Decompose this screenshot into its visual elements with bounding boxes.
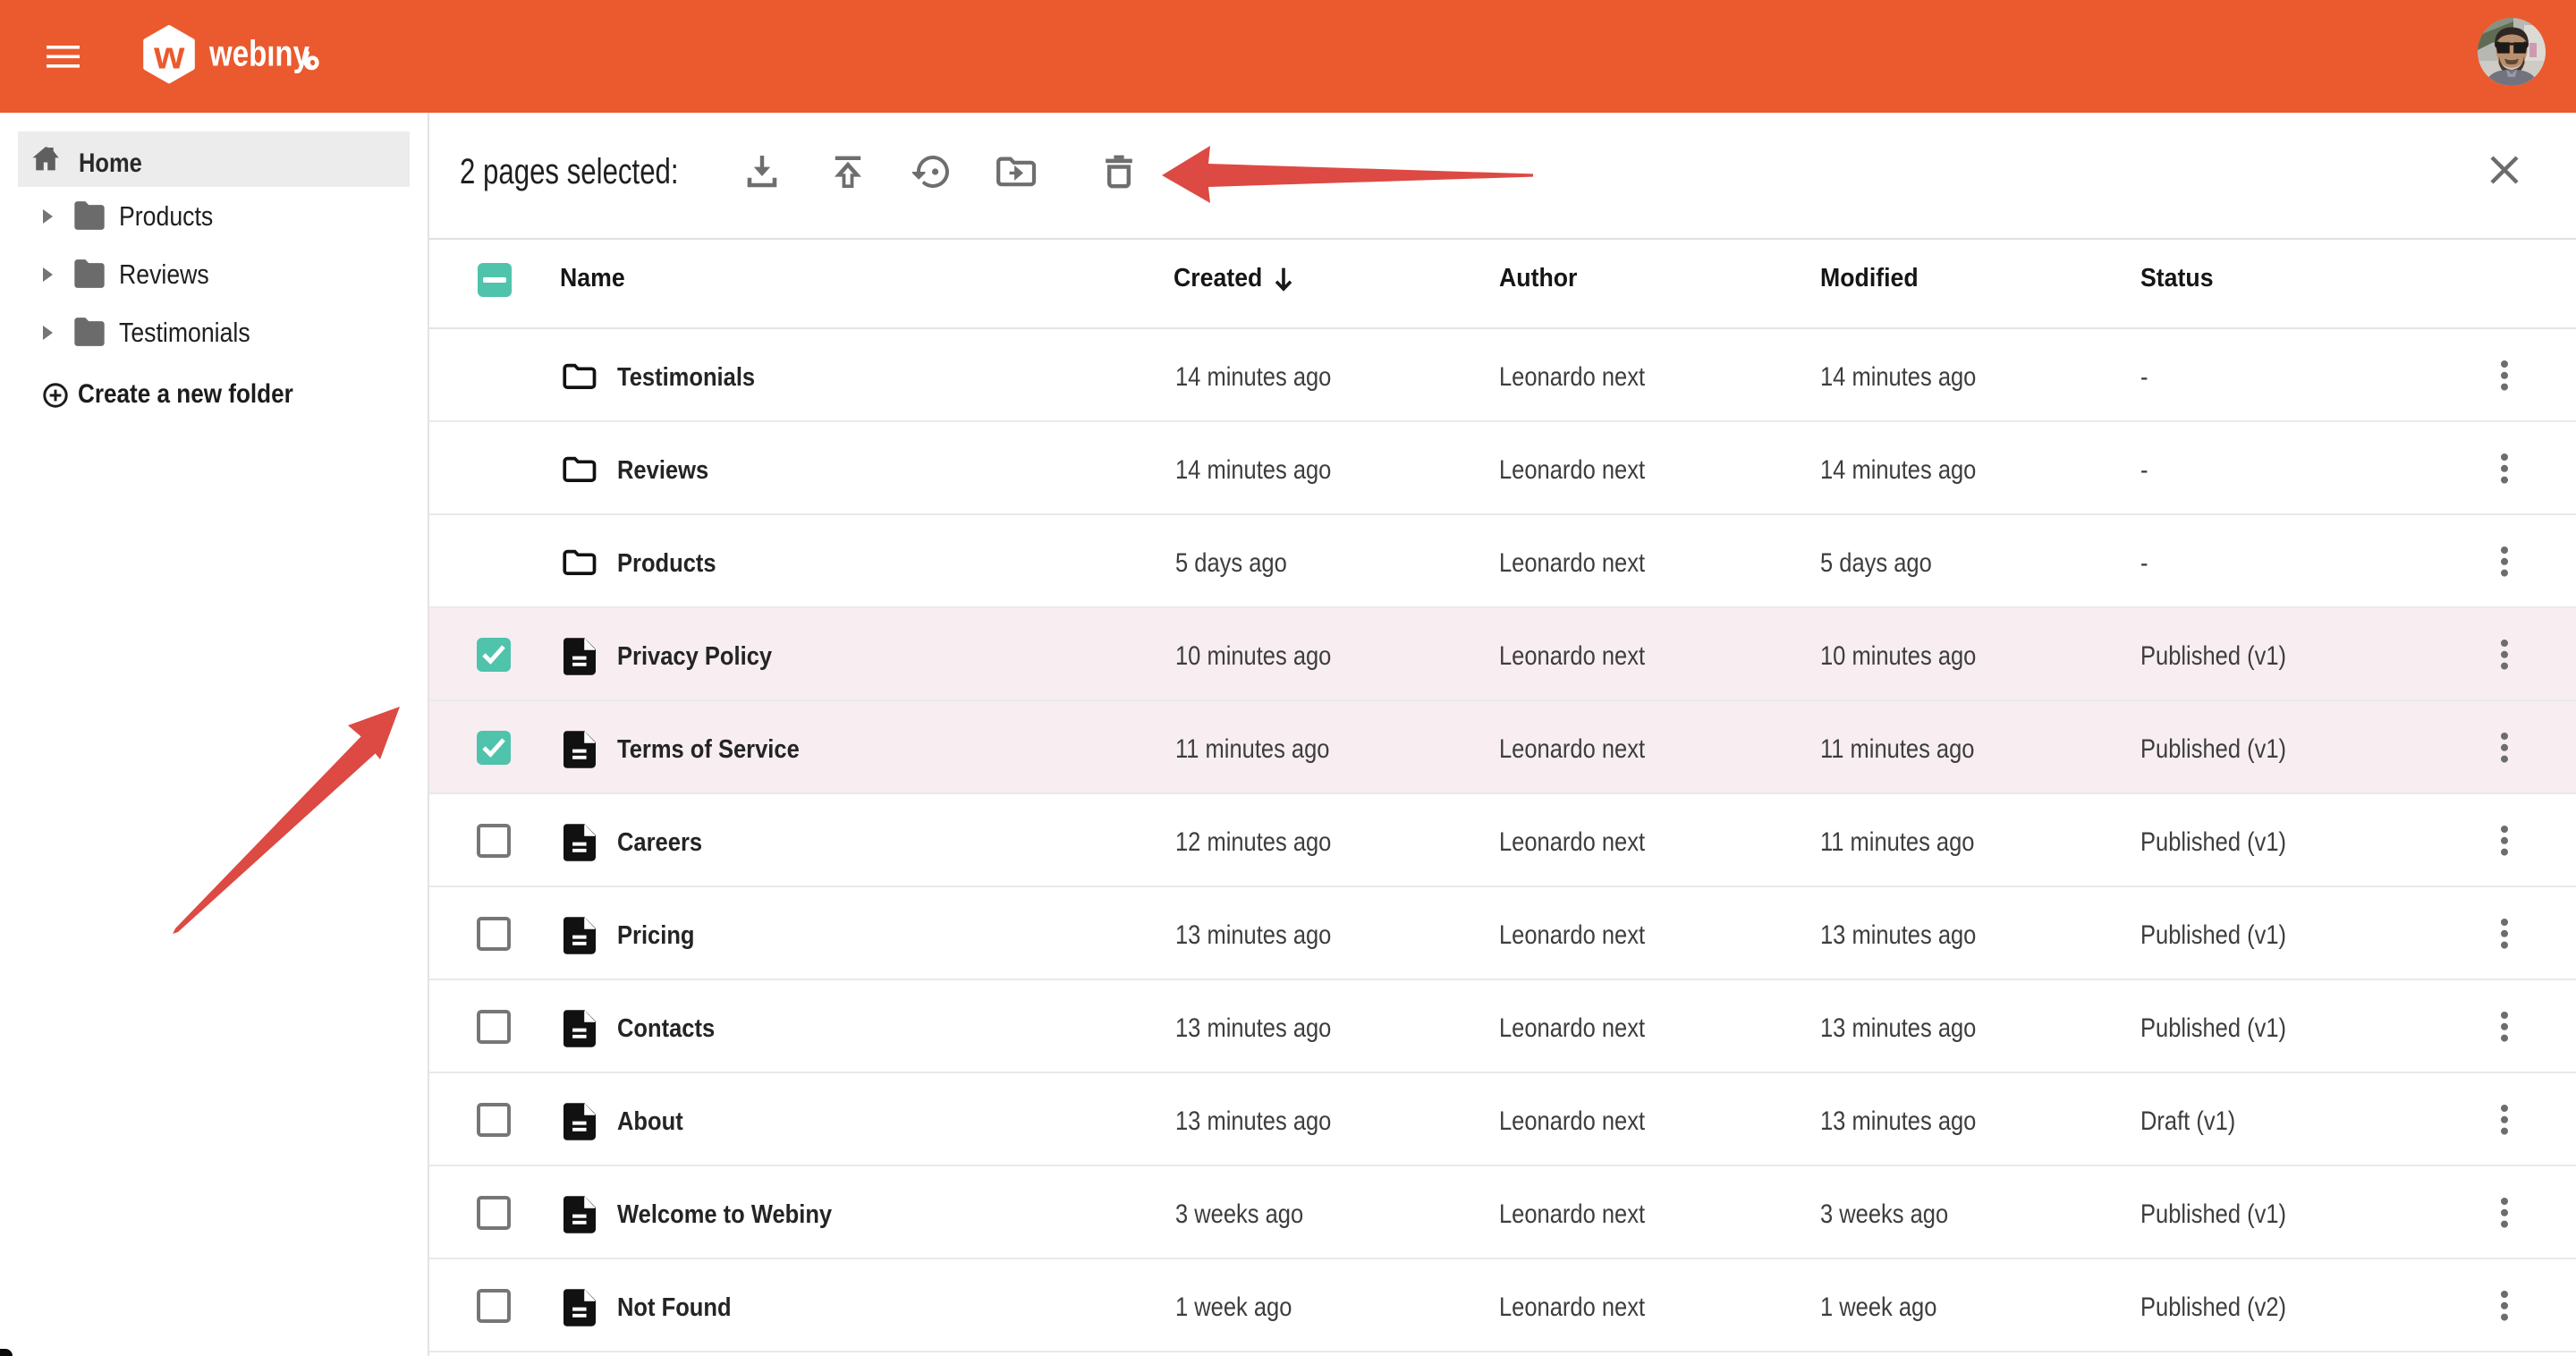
svg-text:w: w <box>153 33 185 77</box>
svg-text:webıny: webıny <box>208 33 309 74</box>
